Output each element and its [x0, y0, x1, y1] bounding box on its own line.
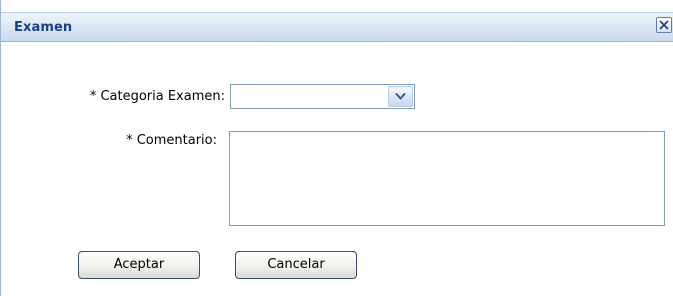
categoria-examen-label: * Categoria Examen: — [89, 89, 225, 104]
close-button[interactable] — [656, 17, 672, 33]
aceptar-button[interactable]: Aceptar — [78, 251, 200, 279]
close-icon — [659, 20, 669, 30]
comentario-label: * Comentario: — [126, 133, 217, 148]
chevron-down-icon — [395, 93, 406, 100]
select-dropdown-button[interactable] — [388, 86, 413, 107]
examen-dialog: Examen * Categoria Examen: * Comentario:… — [0, 0, 673, 296]
dialog-title: Examen — [14, 20, 73, 35]
categoria-examen-select[interactable] — [230, 84, 415, 109]
titlebar-band — [1, 12, 673, 42]
cancelar-button[interactable]: Cancelar — [235, 251, 357, 279]
dialog-titlebar: Examen — [1, 0, 673, 48]
comentario-textarea[interactable] — [229, 131, 665, 226]
